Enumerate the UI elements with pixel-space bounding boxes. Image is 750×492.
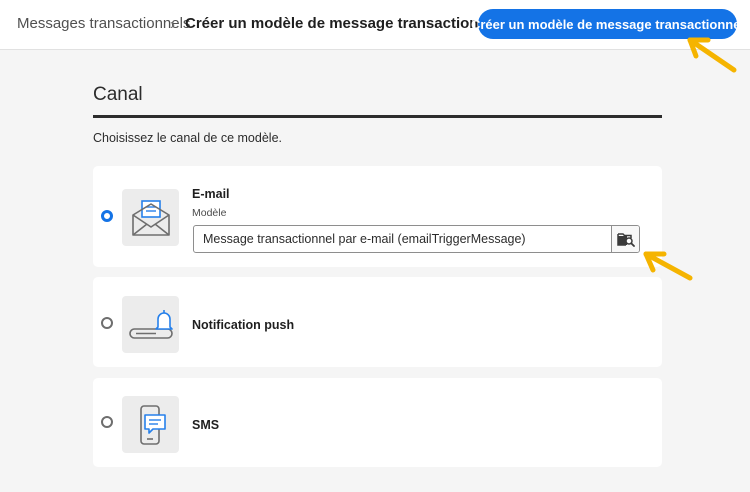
annotation-arrow-icon [687, 37, 737, 73]
channel-card-sms[interactable]: SMS [93, 378, 662, 467]
template-field [193, 225, 640, 253]
section-title: Canal [93, 84, 143, 105]
channel-label-sms: SMS [192, 418, 220, 432]
channel-label-push: Notification push [192, 318, 295, 332]
radio-push[interactable] [101, 317, 113, 329]
push-bell-icon [122, 296, 179, 353]
page-title: Créer un modèle de message transactionne… [185, 15, 501, 32]
section-hint: Choisissez le canal de ce modèle. [93, 131, 282, 145]
breadcrumb-separator: › [170, 16, 175, 33]
email-envelope-icon [122, 189, 179, 246]
folder-search-icon[interactable] [611, 226, 639, 252]
radio-email[interactable] [101, 210, 113, 222]
channel-label-email: E-mail [192, 187, 230, 201]
breadcrumb-parent-link[interactable]: Messages transactionnels [17, 14, 190, 34]
template-field-label: Modèle [192, 207, 227, 219]
sms-phone-icon [122, 396, 179, 453]
section-divider [93, 115, 662, 118]
channel-card-email[interactable]: E-mail Modèle [93, 166, 662, 267]
radio-sms[interactable] [101, 416, 113, 428]
template-input[interactable] [194, 226, 612, 252]
channel-card-push[interactable]: Notification push [93, 277, 662, 367]
top-bar: Messages transactionnels › Créer un modè… [0, 0, 750, 50]
